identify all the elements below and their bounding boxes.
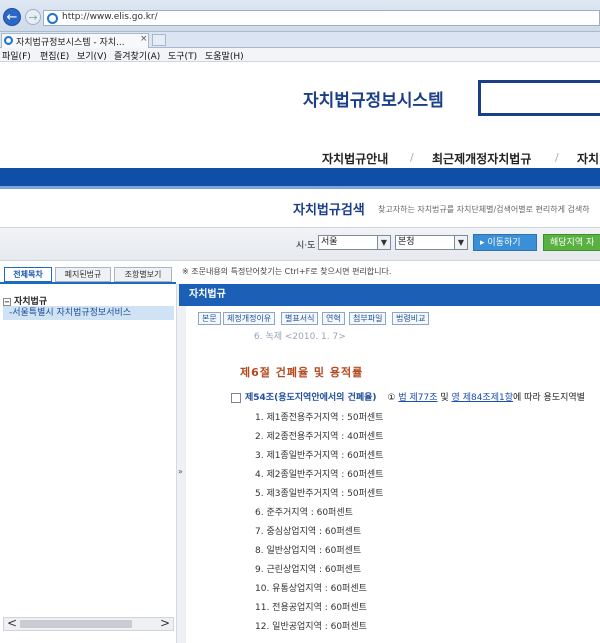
scroll-left-icon[interactable]: < <box>7 616 17 630</box>
pill-compare[interactable]: 법령비교 <box>392 312 430 325</box>
ie-logo-icon <box>47 13 58 24</box>
scroll-right-icon[interactable]: > <box>160 616 170 630</box>
list-item: 2. 제2종전용주거지역 : 40퍼센트 <box>255 432 384 442</box>
site-title[interactable]: 자치법규정보시스템 <box>303 86 444 111</box>
list-item: 8. 일반상업지역 : 60퍼센트 <box>255 546 362 556</box>
nav-item-guide[interactable]: 자치법규안내 <box>322 150 388 167</box>
tab-title: 자치법규정보시스템 - 자치... <box>16 38 125 48</box>
list-item: 1. 제1종전용주거지역 : 50퍼센트 <box>255 413 384 423</box>
pane-splitter[interactable] <box>176 284 186 643</box>
scroll-thumb[interactable] <box>20 620 132 628</box>
list-item: 11. 전용공업지역 : 60퍼센트 <box>255 603 367 613</box>
band-accent <box>0 186 600 189</box>
region-select[interactable]: 서울 ▼ <box>318 235 391 250</box>
left-tab-strip: 전체목차 폐지된법규 조항별보기 <box>0 267 176 284</box>
article-checkbox[interactable] <box>231 392 241 403</box>
menu-favorites[interactable]: 즐겨찾기(A) <box>114 49 160 62</box>
article-tail: 에 따라 용도지역별 <box>513 393 585 403</box>
menu-help[interactable]: 도움말(H) <box>205 49 244 62</box>
pill-attachments[interactable]: 첨부파일 <box>349 312 387 325</box>
search-description: 찾고자하는 자치법규를 자치단체별/검색어별로 편리하게 검색하 <box>378 205 590 214</box>
browser-tab[interactable]: 자치법규정보시스템 - 자치... × <box>1 33 149 48</box>
pill-forms[interactable]: 별표서식 <box>281 312 319 325</box>
browser-menu-bar: 파일(F) 편집(E) 보기(V) 즐겨찾기(A) 도구(T) 도움말(H) <box>0 48 600 62</box>
chevron-down-icon: ▼ <box>454 236 467 249</box>
region-label: 시·도 <box>296 241 316 251</box>
conjunction: 및 <box>440 393 449 403</box>
ie-logo-icon <box>4 36 13 45</box>
nav-item-recent[interactable]: 최근제개정자치법규 <box>432 150 531 167</box>
list-item: 5. 제3종일반주거지역 : 50퍼센트 <box>255 489 384 499</box>
article-title[interactable]: 제54조(용도지역안에서의 건폐율) <box>245 393 377 403</box>
menu-file[interactable]: 파일(F) <box>2 49 31 62</box>
url-text: http://www.elis.go.kr/ <box>62 12 158 22</box>
circled-number: ① <box>387 393 396 403</box>
list-item: 12. 일반공업지역 : 60퍼센트 <box>255 622 367 632</box>
local-area-button[interactable]: 해당지역 자 <box>543 234 600 251</box>
tab-repealed[interactable]: 폐지된법규 <box>55 267 111 282</box>
sub-navigation-band <box>0 168 600 188</box>
chevron-down-icon: ▼ <box>377 236 390 249</box>
move-button[interactable]: ▸ 이동하기 <box>473 234 537 251</box>
menu-tools[interactable]: 도구(T) <box>168 49 197 62</box>
close-tab-icon[interactable]: × <box>140 34 148 44</box>
tab-all-contents[interactable]: 전체목차 <box>4 267 52 282</box>
header-search-input[interactable] <box>478 80 600 116</box>
pill-history[interactable]: 연혁 <box>322 312 345 325</box>
section-title: 제6절 건폐율 및 용적률 <box>240 366 364 379</box>
search-heading: 자치법규검색 <box>293 203 365 218</box>
collapse-icon[interactable]: − <box>3 297 11 306</box>
url-input[interactable]: http://www.elis.go.kr/ <box>43 10 600 26</box>
menu-view[interactable]: 보기(V) <box>77 49 107 62</box>
sub-region-select-value: 본청 <box>398 237 415 247</box>
clipped-text: 6. 녹제 <2010. 1. 7> <box>254 332 346 342</box>
nav-item-more[interactable]: 자치 <box>577 150 599 167</box>
screen: { "browser": { "url": "http://www.elis.g… <box>0 0 600 643</box>
sub-region-select[interactable]: 본청 ▼ <box>395 235 468 250</box>
menu-edit[interactable]: 편집(E) <box>40 49 69 62</box>
tab-by-article[interactable]: 조항별보기 <box>114 267 172 282</box>
browser-address-bar: ← → http://www.elis.go.kr/ <box>0 0 600 32</box>
list-item: 7. 중심상업지역 : 60퍼센트 <box>255 527 362 537</box>
pill-revision-reason[interactable]: 제정개정이유 <box>223 312 276 325</box>
list-item: 3. 제1종일반주거지역 : 60퍼센트 <box>255 451 384 461</box>
list-item: 10. 유통상업지역 : 60퍼센트 <box>255 584 367 594</box>
new-tab-button[interactable] <box>152 34 166 46</box>
horizontal-scrollbar[interactable]: < > <box>3 616 174 631</box>
list-item: 9. 근린상업지역 : 60퍼센트 <box>255 565 362 575</box>
forward-arrow-icon[interactable]: → <box>25 9 41 25</box>
pill-body[interactable]: 본문 <box>198 312 221 325</box>
list-item: 6. 준주거지역 : 60퍼센트 <box>255 508 353 518</box>
browser-tab-bar: 자치법규정보시스템 - 자치... × <box>0 32 600 48</box>
panel-title: 자치법규 <box>179 284 600 306</box>
nav-separator: / <box>555 151 559 164</box>
tree-item-seoul[interactable]: -서울특별시 자치법규정보서비스 <box>3 306 174 320</box>
nav-separator: / <box>410 151 414 164</box>
back-arrow-icon[interactable]: ← <box>3 8 21 26</box>
decree-link[interactable]: 영 제84조제1항 <box>452 393 513 403</box>
article-heading: 제54조(용도지역안에서의 건폐율) ① 법 제77조 및 영 제84조제1항에… <box>231 390 585 403</box>
region-select-value: 서울 <box>321 237 338 247</box>
list-item: 4. 제2종일반주거지역 : 60퍼센트 <box>255 470 384 480</box>
find-tip: ※ 조문내용의 특정단어찾기는 Ctrl+F로 찾으시면 편리합니다. <box>182 267 392 276</box>
law-link[interactable]: 법 제77조 <box>398 393 437 403</box>
expand-icon[interactable]: » <box>178 467 183 476</box>
